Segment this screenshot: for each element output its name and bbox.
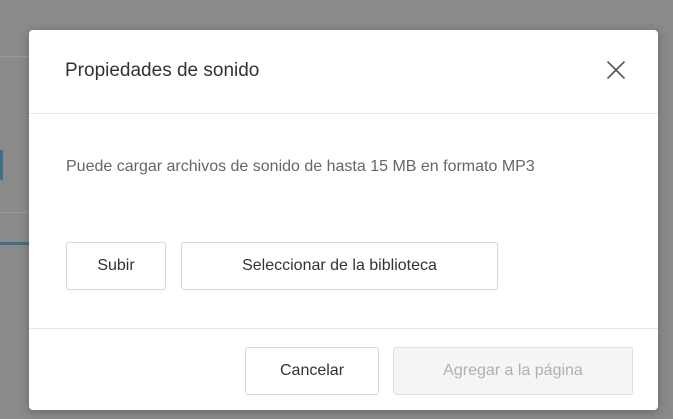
background-divider — [0, 56, 29, 57]
cancel-button[interactable]: Cancelar — [245, 347, 379, 395]
select-from-library-button[interactable]: Seleccionar de la biblioteca — [181, 242, 498, 290]
dialog-body: Puede cargar archivos de sonido de hasta… — [29, 114, 658, 328]
dialog-footer: Cancelar Agregar a la página — [29, 328, 658, 410]
close-icon[interactable] — [602, 56, 630, 84]
dialog-header: Propiedades de sonido — [29, 30, 658, 114]
background-accent — [0, 242, 29, 245]
background-accent — [0, 150, 3, 180]
upload-description: Puede cargar archivos de sonido de hasta… — [66, 158, 535, 175]
background-divider — [0, 212, 29, 213]
add-to-page-button[interactable]: Agregar a la página — [393, 347, 633, 395]
upload-button[interactable]: Subir — [66, 242, 166, 290]
sound-properties-dialog: Propiedades de sonido Puede cargar archi… — [29, 30, 658, 410]
dialog-title: Propiedades de sonido — [65, 60, 260, 81]
